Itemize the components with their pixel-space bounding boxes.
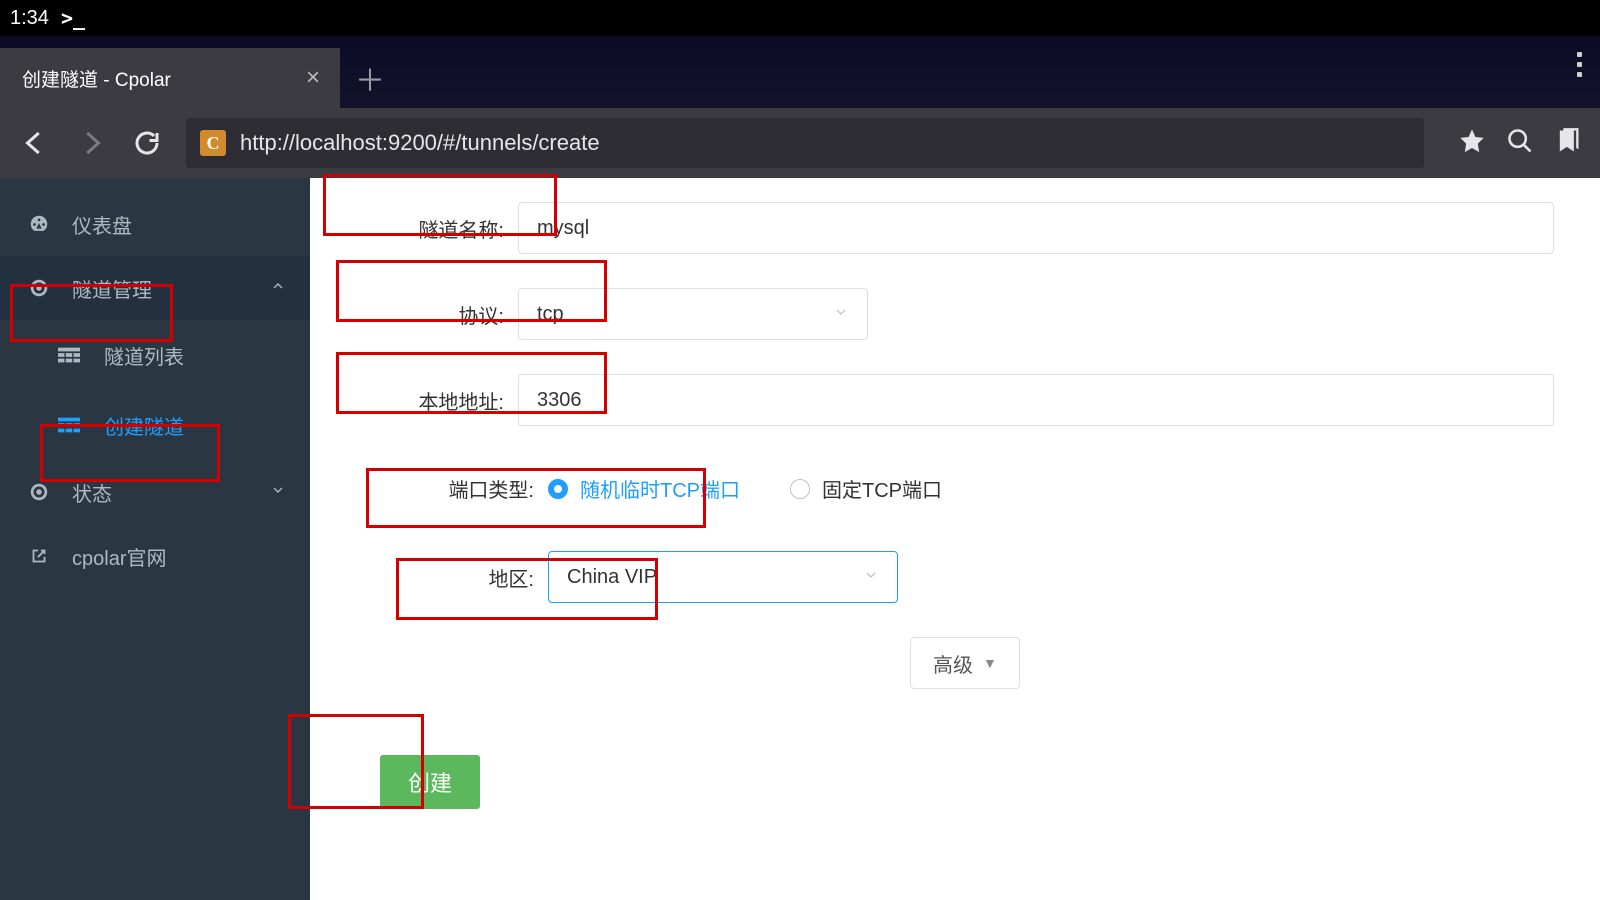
- address-bar[interactable]: C http://localhost:9200/#/tunnels/create: [186, 118, 1424, 168]
- bookmarks-icon[interactable]: [1554, 127, 1582, 160]
- sidebar-item-label: 仪表盘: [72, 210, 132, 239]
- browser-tab-active[interactable]: 创建隧道 - Cpolar ×: [0, 48, 340, 108]
- advanced-button[interactable]: 高级 ▼: [910, 637, 1020, 689]
- back-button[interactable]: [18, 126, 52, 160]
- target-icon: [26, 277, 52, 299]
- bookmark-star-icon[interactable]: [1458, 127, 1486, 160]
- sidebar-item-label: 状态: [72, 478, 112, 507]
- table-icon: [58, 417, 84, 433]
- label-local-addr: 本地地址:: [370, 386, 518, 415]
- sidebar-item-label: 隧道列表: [104, 341, 184, 370]
- select-protocol[interactable]: tcp: [518, 288, 868, 340]
- row-tunnel-name: 隧道名称: mysql: [370, 202, 1564, 254]
- label-region: 地区:: [370, 563, 548, 592]
- main-content: 隧道名称: mysql 协议: tcp 本地地址: 3306 端口类型: 随机临…: [310, 178, 1600, 900]
- site-favicon: C: [200, 130, 226, 156]
- sidebar-item-label: 隧道管理: [72, 274, 152, 303]
- terminal-icon: >_: [61, 6, 85, 30]
- sidebar-item-label: cpolar官网: [72, 542, 166, 571]
- input-local-addr[interactable]: 3306: [518, 374, 1554, 426]
- label-protocol: 协议:: [370, 300, 518, 329]
- reload-button[interactable]: [130, 126, 164, 160]
- input-tunnel-name[interactable]: mysql: [518, 202, 1554, 254]
- radio-fixed-port[interactable]: 固定TCP端口: [790, 474, 942, 503]
- forward-button[interactable]: [74, 126, 108, 160]
- radio-random-port[interactable]: 随机临时TCP端口: [548, 474, 740, 503]
- row-local-addr: 本地地址: 3306: [370, 374, 1564, 426]
- new-tab-button[interactable]: ＋: [340, 48, 400, 108]
- browser-toolbar: C http://localhost:9200/#/tunnels/create: [0, 108, 1600, 178]
- table-icon: [58, 347, 84, 363]
- chevron-down-icon: [863, 566, 879, 589]
- sidebar-item-label: 创建隧道: [104, 411, 184, 440]
- chevron-down-icon: [270, 481, 286, 504]
- chevron-down-icon: [833, 303, 849, 326]
- radio-icon: [790, 479, 810, 499]
- sidebar-item-tunnel-list[interactable]: 隧道列表: [0, 320, 310, 390]
- tab-title: 创建隧道 - Cpolar: [22, 65, 292, 92]
- label-port-type: 端口类型:: [370, 474, 548, 503]
- target-icon: [26, 481, 52, 503]
- page-body: 仪表盘 隧道管理 隧道列表 创建隧道 状态 cpolar官网 隧道名称: mys…: [0, 178, 1600, 900]
- select-region[interactable]: China VIP: [548, 551, 898, 603]
- sidebar: 仪表盘 隧道管理 隧道列表 创建隧道 状态 cpolar官网: [0, 178, 310, 900]
- search-icon[interactable]: [1506, 127, 1534, 160]
- tab-overflow-menu-icon[interactable]: [1577, 52, 1582, 77]
- label-tunnel-name: 隧道名称:: [370, 214, 518, 243]
- caret-down-icon: ▼: [983, 655, 997, 671]
- sidebar-item-dashboard[interactable]: 仪表盘: [0, 192, 310, 256]
- gauge-icon: [26, 213, 52, 235]
- row-advanced: 高级 ▼: [370, 637, 1564, 689]
- sidebar-item-tunnel-mgmt[interactable]: 隧道管理: [0, 256, 310, 320]
- clock: 1:34: [10, 7, 49, 30]
- android-status-bar: 1:34 >_: [0, 0, 1600, 36]
- external-link-icon: [26, 545, 52, 567]
- sidebar-item-status[interactable]: 状态: [0, 460, 310, 524]
- radio-icon: [548, 479, 568, 499]
- browser-tab-strip: 创建隧道 - Cpolar × ＋: [0, 36, 1600, 108]
- chevron-up-icon: [270, 277, 286, 300]
- close-icon[interactable]: ×: [306, 66, 320, 90]
- sidebar-item-create-tunnel[interactable]: 创建隧道: [0, 390, 310, 460]
- sidebar-item-official-site[interactable]: cpolar官网: [0, 524, 310, 588]
- row-region: 地区: China VIP: [370, 551, 1564, 603]
- url-text: http://localhost:9200/#/tunnels/create: [240, 130, 1410, 156]
- create-button[interactable]: 创建: [380, 755, 480, 809]
- row-protocol: 协议: tcp: [370, 288, 1564, 340]
- row-port-type: 端口类型: 随机临时TCP端口 固定TCP端口: [370, 474, 1564, 503]
